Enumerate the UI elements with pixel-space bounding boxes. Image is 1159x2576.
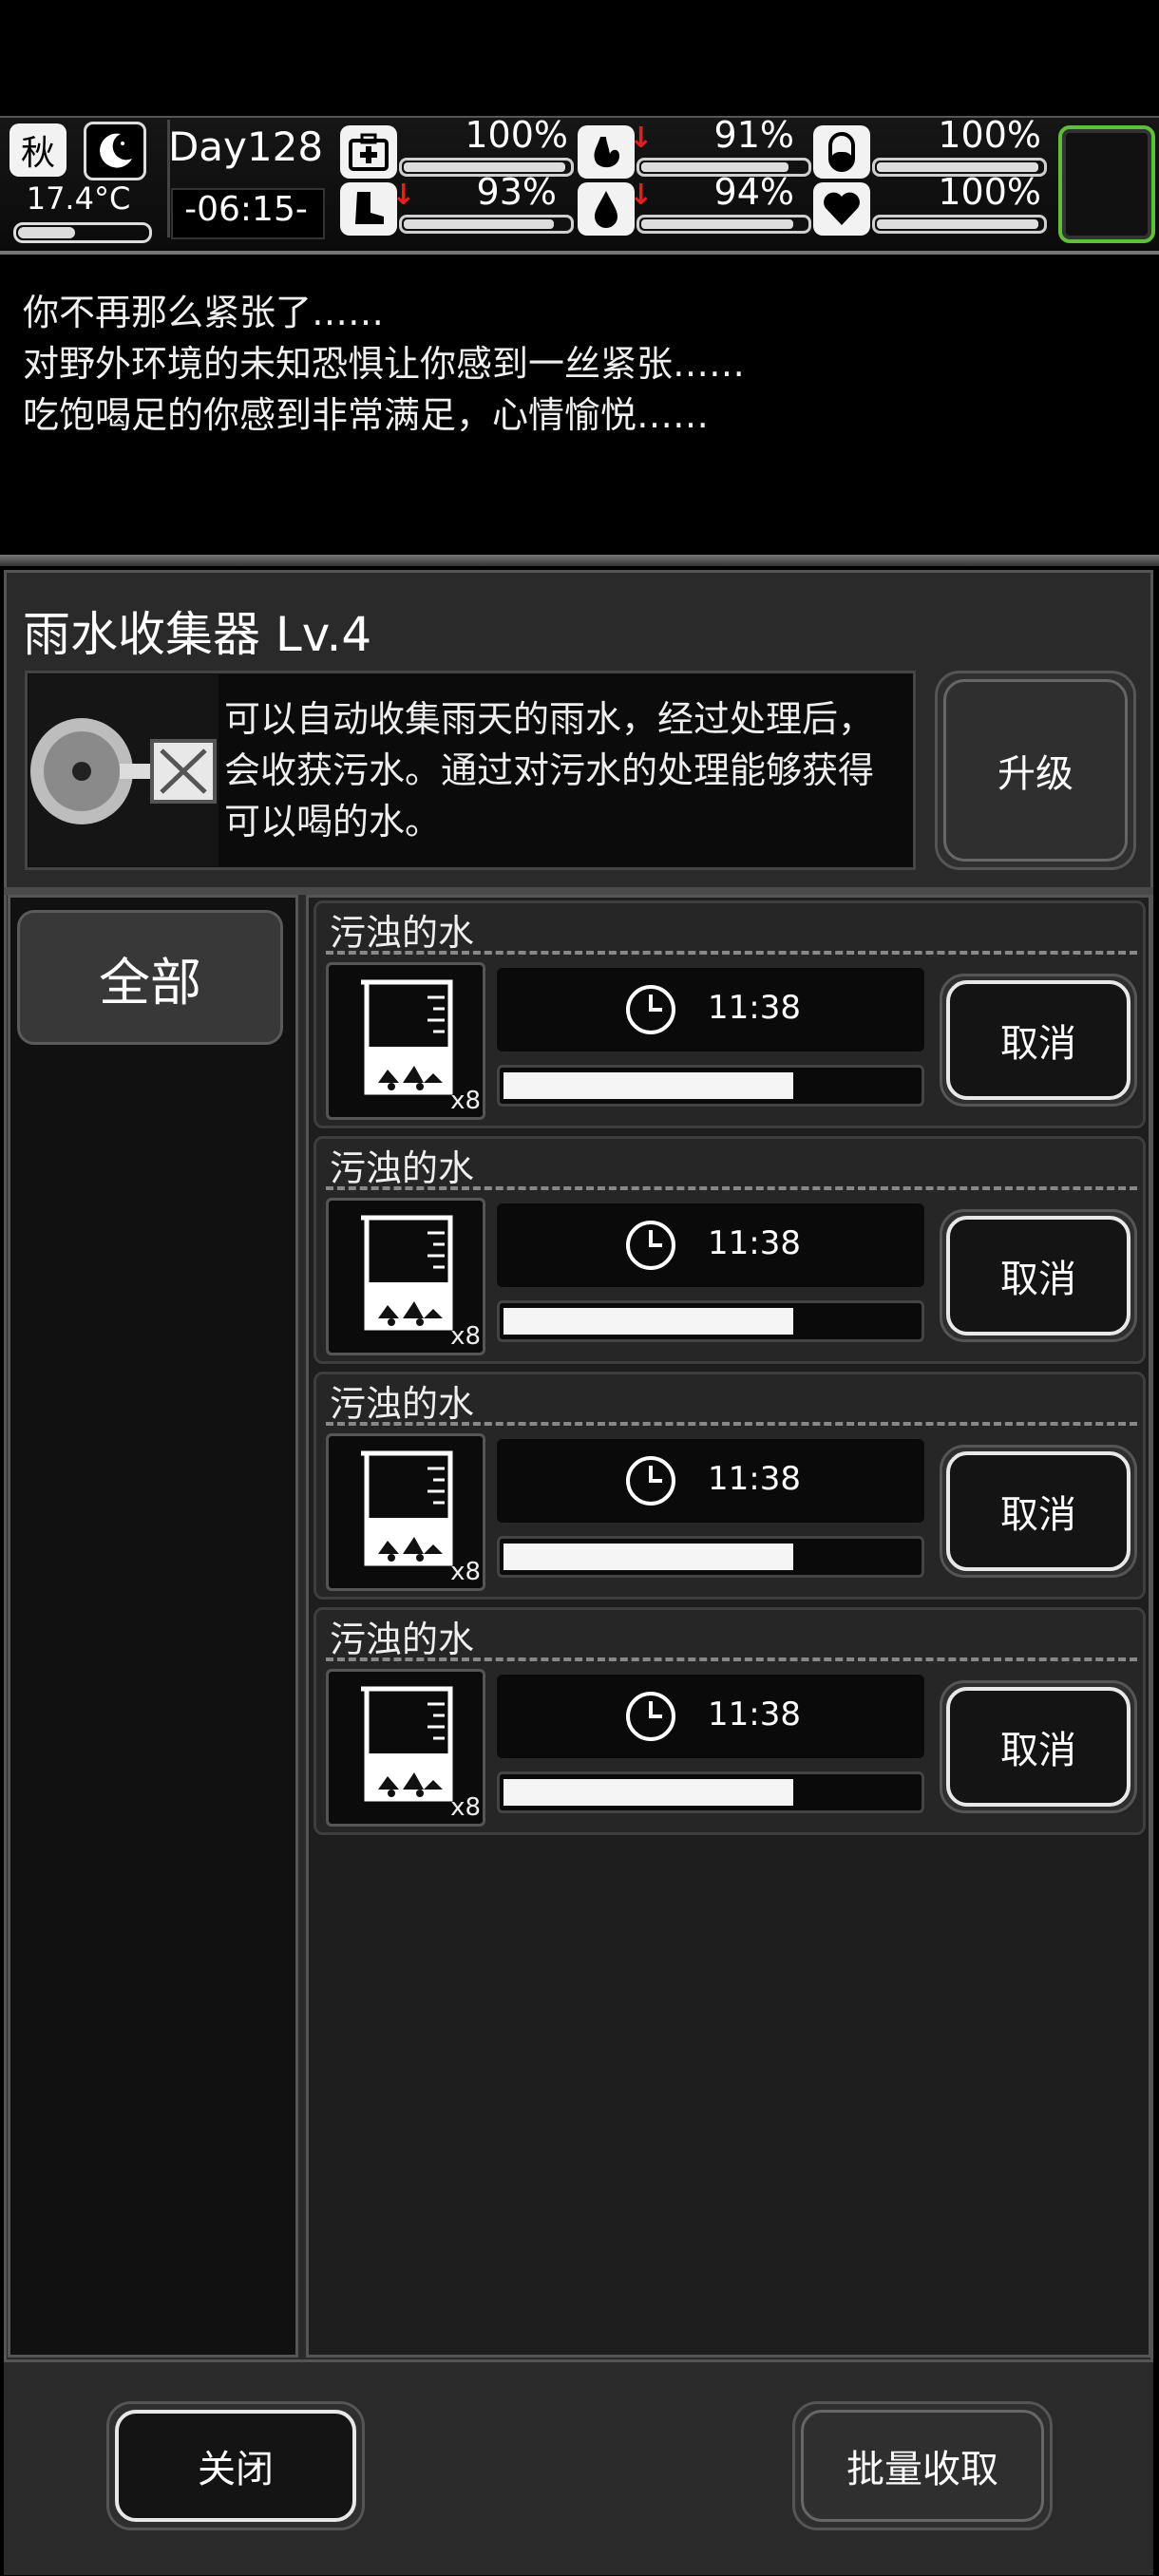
progress-bar — [497, 1771, 924, 1813]
item-name: 污浊的水 — [330, 1147, 475, 1189]
timer-label: 11:38 — [708, 1224, 801, 1262]
progress-bar — [497, 1536, 924, 1578]
description-text: 可以自动收集雨天的雨水，经过处理后，会收获污水。通过对污水的处理能够获得可以喝的… — [224, 698, 875, 843]
divider — [326, 1186, 1137, 1190]
log-line: 对野外环境的未知恐惧让你感到一丝紧张…… — [23, 343, 746, 385]
list-item: 污浊的水 x8 11:38 取消 — [314, 1372, 1146, 1600]
clock-icon — [626, 1221, 675, 1270]
temperature-label: 17.4°C — [26, 180, 131, 217]
spirit-value: 100% — [938, 171, 1041, 213]
category-sidebar — [8, 895, 298, 2358]
clock-icon — [626, 985, 675, 1034]
timer-box: 11:38 — [497, 968, 924, 1051]
progress-bar — [497, 1300, 924, 1342]
thirst-bar — [636, 215, 811, 234]
divider — [0, 555, 1159, 566]
tab-all[interactable]: 全部 — [17, 910, 283, 1045]
divider — [326, 1422, 1137, 1426]
spirit-bar — [872, 215, 1047, 234]
upgrade-button[interactable]: 升级 — [935, 671, 1136, 870]
divider — [4, 887, 1153, 895]
stamina-bar — [399, 215, 574, 234]
day-label: Day128 — [167, 123, 324, 170]
thirst-value: 94% — [713, 171, 794, 213]
thermometer-icon — [13, 222, 152, 243]
log-line: 你不再那么紧张了…… — [23, 292, 385, 333]
equipment-slot[interactable] — [1058, 125, 1155, 243]
cancel-button[interactable]: 取消 — [940, 974, 1137, 1107]
item-name: 污浊的水 — [330, 1619, 475, 1660]
cancel-label: 取消 — [946, 980, 1130, 1100]
upgrade-label: 升级 — [943, 679, 1128, 862]
cancel-button[interactable]: 取消 — [940, 1680, 1137, 1813]
time-label: -06:15- — [184, 190, 308, 229]
clock-icon — [626, 1456, 675, 1506]
dirty-water-icon: x8 — [326, 1198, 485, 1355]
log-line: 吃饱喝足的你感到非常满足，心情愉悦…… — [23, 394, 710, 436]
rain-collector-image — [28, 674, 218, 866]
cancel-button[interactable]: 取消 — [940, 1445, 1137, 1578]
close-button[interactable]: 关闭 — [106, 2401, 365, 2530]
message-log: 你不再那么紧张了…… 对野外环境的未知恐惧让你感到一丝紧张…… 吃饱喝足的你感到… — [0, 255, 1159, 557]
list-item: 污浊的水 x8 11:38 取消 — [314, 1136, 1146, 1364]
moon-icon — [84, 122, 146, 180]
close-label: 关闭 — [115, 2410, 356, 2522]
item-name: 污浊的水 — [330, 912, 475, 954]
season-badge: 秋 — [10, 123, 66, 177]
health-value: 100% — [465, 114, 568, 156]
collect-all-button[interactable]: 批量收取 — [792, 2401, 1053, 2530]
timer-box: 11:38 — [497, 1203, 924, 1287]
clock-icon — [626, 1692, 675, 1741]
divider — [326, 1657, 1137, 1661]
hunger-value: 91% — [713, 114, 794, 156]
timer-box: 11:38 — [497, 1675, 924, 1758]
dirty-water-icon: x8 — [326, 1669, 485, 1827]
cancel-button[interactable]: 取消 — [940, 1209, 1137, 1342]
progress-bar — [497, 1065, 924, 1107]
item-quantity: x8 — [450, 1087, 481, 1115]
item-name: 污浊的水 — [330, 1383, 475, 1425]
list-item: 污浊的水 x8 11:38 取消 — [314, 900, 1146, 1128]
dirty-water-icon: x8 — [326, 1433, 485, 1591]
season-label: 秋 — [20, 134, 55, 173]
timer-label: 11:38 — [708, 1460, 801, 1498]
list-item: 污浊的水 x8 11:38 取消 — [314, 1607, 1146, 1835]
dirty-water-icon: x8 — [326, 962, 485, 1120]
cancel-label: 取消 — [946, 1451, 1130, 1571]
timer-label: 11:38 — [708, 1695, 801, 1733]
timer-label: 11:38 — [708, 989, 801, 1027]
mood-value: 100% — [938, 114, 1041, 156]
item-quantity: x8 — [450, 1322, 481, 1351]
item-quantity: x8 — [450, 1558, 481, 1586]
cancel-label: 取消 — [946, 1216, 1130, 1335]
cancel-label: 取消 — [946, 1687, 1130, 1807]
timer-box: 11:38 — [497, 1439, 924, 1523]
divider — [326, 951, 1137, 955]
panel-title: 雨水收集器 Lv.4 — [23, 607, 372, 662]
collect-all-label: 批量收取 — [801, 2410, 1044, 2522]
item-quantity: x8 — [450, 1793, 481, 1822]
stamina-value: 93% — [476, 171, 557, 213]
